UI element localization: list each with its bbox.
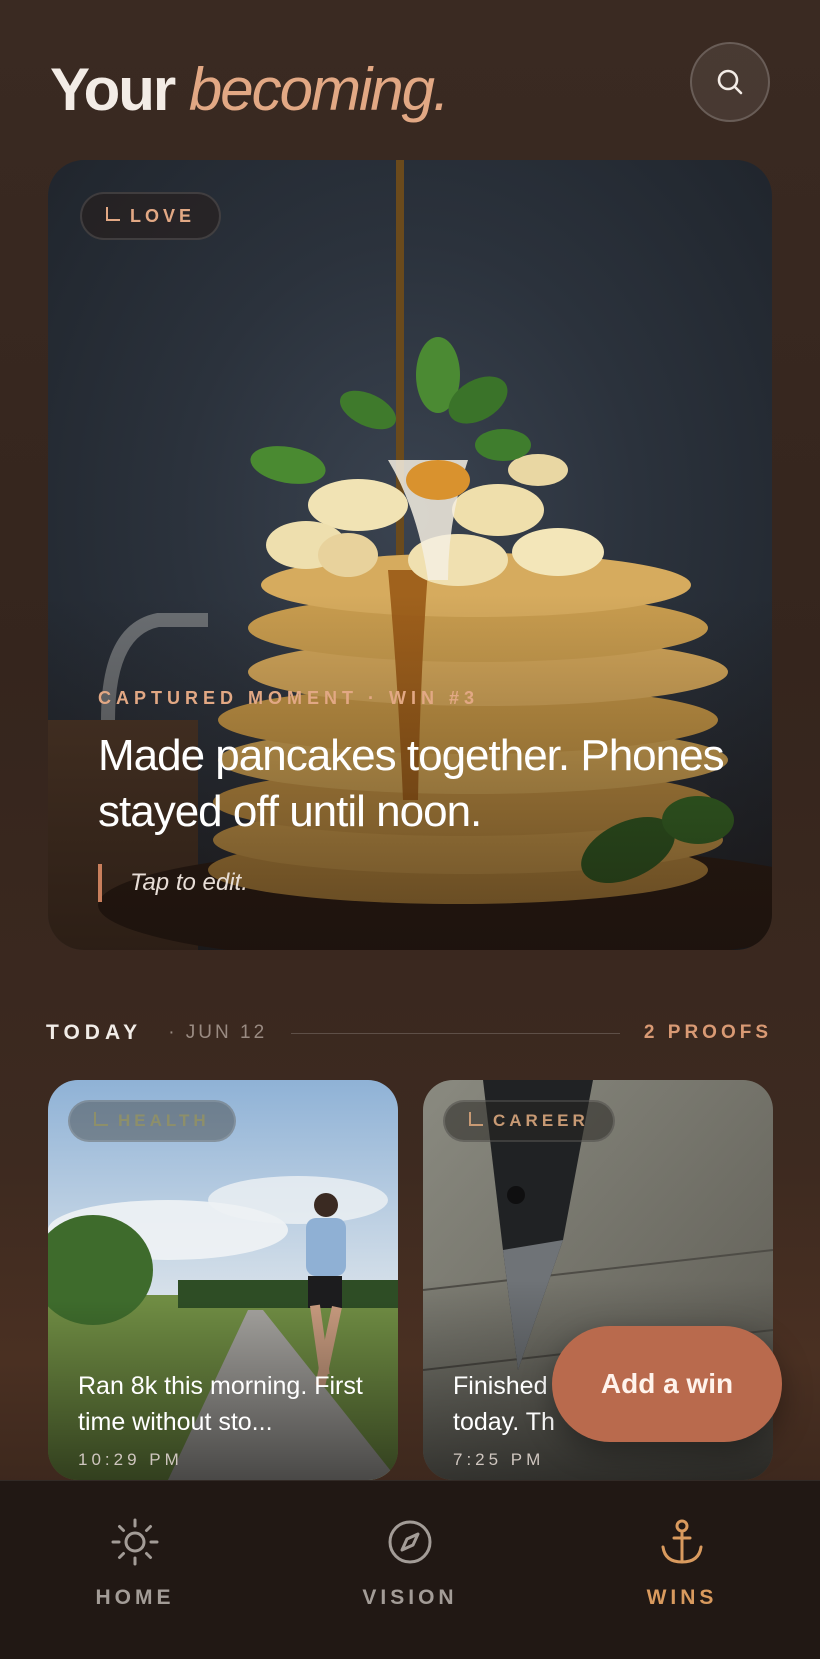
proofs-count: 2 PROOFS	[643, 1022, 772, 1043]
win-meta: CAPTURED MOMENT · WIN #3	[98, 688, 479, 708]
category-tag[interactable]: LOVE	[80, 192, 222, 240]
corner-icon	[94, 1112, 108, 1126]
edit-hint[interactable]: Tap to edit.	[98, 864, 248, 902]
card-time: 10:29 PM	[78, 1450, 183, 1469]
category-tag[interactable]: HEALTH	[68, 1100, 236, 1142]
card-caption: Ran 8k this morning. First time without …	[78, 1372, 363, 1436]
search-button[interactable]	[690, 42, 770, 122]
tab-bar: HOME VISION WINS	[0, 1480, 820, 1659]
tag-label: CAREER	[493, 1111, 589, 1130]
win-text: Made pancakes together. Phones stayed of…	[98, 731, 725, 836]
tab-home[interactable]: HOME	[35, 1517, 235, 1610]
section-date: · JUN 12	[168, 1022, 268, 1043]
tab-vision[interactable]: VISION	[310, 1517, 510, 1610]
tag-label: HEALTH	[118, 1111, 210, 1130]
header: Your becoming.	[50, 42, 770, 130]
sun-icon	[111, 1518, 159, 1566]
tab-wins[interactable]: WINS	[582, 1517, 782, 1610]
divider	[291, 1032, 620, 1034]
tag-label: LOVE	[130, 205, 196, 226]
card-time: 7:25 PM	[453, 1450, 545, 1469]
featured-win-card[interactable]: LOVE CAPTURED MOMENT · WIN #3 Made panca…	[48, 160, 772, 950]
add-win-button[interactable]: Add a win	[552, 1326, 782, 1442]
search-icon	[717, 69, 743, 95]
anchor-icon	[661, 1519, 703, 1564]
title-part1: Your	[50, 56, 176, 123]
today-section-header: TODAY · JUN 12 2 PROOFS	[46, 1015, 772, 1051]
corner-icon	[106, 207, 120, 221]
tab-label: HOME	[95, 1586, 175, 1609]
compass-icon	[388, 1520, 432, 1564]
tab-label: VISION	[362, 1586, 458, 1609]
section-label: TODAY	[46, 1021, 143, 1044]
corner-icon	[469, 1112, 483, 1126]
tab-label: WINS	[646, 1586, 718, 1609]
category-tag[interactable]: CAREER	[443, 1100, 615, 1142]
win-card-health[interactable]: HEALTH Ran 8k this morning. First time w…	[48, 1080, 398, 1480]
title-part2: becoming.	[188, 56, 450, 123]
page-title: Your becoming.	[50, 50, 770, 130]
